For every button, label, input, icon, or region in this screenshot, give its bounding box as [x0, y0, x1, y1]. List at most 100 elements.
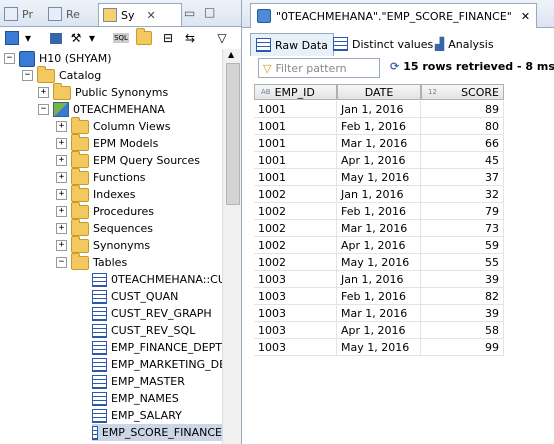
cell-score[interactable]: 82: [421, 288, 504, 305]
tab-distinct-values[interactable]: Distinct values: [328, 33, 438, 55]
cell-score[interactable]: 99: [421, 339, 504, 356]
cell-score[interactable]: 58: [421, 322, 504, 339]
tab-analysis[interactable]: ▟ Analysis: [430, 33, 499, 55]
tree-node-table[interactable]: EMP_MARKETING_DEP: [92, 356, 233, 373]
tree-node-table[interactable]: EMP_FINANCE_DEPT: [92, 339, 222, 356]
cell-score[interactable]: 73: [421, 220, 504, 237]
tree-node-table[interactable]: CUST_QUAN: [92, 288, 178, 305]
cell-emp-id[interactable]: 1003: [254, 322, 337, 339]
cell-emp-id[interactable]: 1002: [254, 220, 337, 237]
expand-icon[interactable]: +: [56, 223, 67, 234]
close-icon[interactable]: ✕: [147, 9, 156, 22]
tools-icon[interactable]: ⚒: [68, 30, 84, 46]
tree-node-indexes[interactable]: + Indexes: [56, 184, 135, 203]
tree-node-table[interactable]: 0TEACHMEHANA::CUS: [92, 271, 233, 288]
cell-score[interactable]: 80: [421, 118, 504, 135]
chevron-down-icon[interactable]: ▾: [24, 30, 32, 46]
tree-node-public-synonyms[interactable]: + Public Synonyms: [38, 82, 168, 101]
collapse-icon[interactable]: −: [56, 257, 67, 268]
tab-repositories[interactable]: Re: [48, 3, 88, 25]
collapse-icon[interactable]: −: [38, 104, 49, 115]
tree-node-sequences[interactable]: + Sequences: [56, 218, 153, 237]
column-header-date[interactable]: DATE: [337, 84, 421, 100]
cell-score[interactable]: 45: [421, 152, 504, 169]
cell-score[interactable]: 59: [421, 237, 504, 254]
tree-node-tables[interactable]: − Tables: [56, 252, 127, 271]
cell-score[interactable]: 39: [421, 305, 504, 322]
editor-tab[interactable]: "0TEACHMEHANA"."EMP_SCORE_FINANCE" ✕: [250, 3, 538, 28]
collapse-icon[interactable]: −: [22, 70, 33, 81]
tab-project-explorer[interactable]: Pr: [2, 3, 42, 25]
close-icon[interactable]: ✕: [521, 10, 530, 23]
cell-date[interactable]: Mar 1, 2016: [337, 220, 421, 237]
cell-emp-id[interactable]: 1003: [254, 305, 337, 322]
tree-node-procedures[interactable]: + Procedures: [56, 201, 154, 220]
cell-date[interactable]: Apr 1, 2016: [337, 322, 421, 339]
tab-systems[interactable]: Sy ✕: [98, 3, 182, 26]
cell-date[interactable]: May 1, 2016: [337, 339, 421, 356]
tree-node-table-selected[interactable]: EMP_SCORE_FINANCE: [92, 424, 222, 441]
tree-node-epm-query-sources[interactable]: + EPM Query Sources: [56, 150, 200, 169]
cell-date[interactable]: Jan 1, 2016: [337, 101, 421, 118]
cell-emp-id[interactable]: 1001: [254, 118, 337, 135]
tree-scrollbar[interactable]: ▲: [222, 49, 241, 444]
cell-score[interactable]: 32: [421, 186, 504, 203]
cell-date[interactable]: May 1, 2016: [337, 254, 421, 271]
cell-date[interactable]: Apr 1, 2016: [337, 152, 421, 169]
collapse-all-icon[interactable]: ⊟: [160, 30, 176, 46]
cell-emp-id[interactable]: 1001: [254, 135, 337, 152]
cell-date[interactable]: Mar 1, 2016: [337, 305, 421, 322]
cell-emp-id[interactable]: 1003: [254, 288, 337, 305]
tree-node-table[interactable]: CUST_REV_SQL: [92, 322, 195, 339]
cell-date[interactable]: Feb 1, 2016: [337, 203, 421, 220]
cell-emp-id[interactable]: 1001: [254, 169, 337, 186]
tree-node-epm-models[interactable]: + EPM Models: [56, 133, 158, 152]
expand-icon[interactable]: +: [56, 172, 67, 183]
cell-score[interactable]: 79: [421, 203, 504, 220]
scrollbar-thumb[interactable]: [226, 63, 240, 205]
tree-node-system[interactable]: − H10 (SHYAM): [4, 50, 111, 67]
scroll-up-icon[interactable]: ▲: [228, 50, 234, 59]
tree-node-functions[interactable]: + Functions: [56, 167, 146, 186]
cell-emp-id[interactable]: 1003: [254, 339, 337, 356]
tree-node-catalog[interactable]: − Catalog: [22, 65, 101, 84]
tree-node-table[interactable]: CUST_REV_GRAPH: [92, 305, 212, 322]
tree-node-table[interactable]: EMP_NAMES: [92, 390, 179, 407]
chevron-down-icon[interactable]: ▾: [88, 30, 96, 46]
minimize-icon[interactable]: ▭: [184, 6, 195, 20]
sql-icon[interactable]: SQL: [113, 30, 129, 46]
expand-icon[interactable]: +: [56, 121, 67, 132]
expand-icon[interactable]: +: [38, 87, 49, 98]
open-folder-icon[interactable]: [136, 28, 152, 46]
add-system-icon[interactable]: [4, 30, 20, 46]
cell-date[interactable]: Apr 1, 2016: [337, 237, 421, 254]
tree-node-table[interactable]: EMP_SALARY: [92, 407, 182, 424]
cell-emp-id[interactable]: 1001: [254, 101, 337, 118]
cell-emp-id[interactable]: 1002: [254, 203, 337, 220]
cell-score[interactable]: 55: [421, 254, 504, 271]
cell-date[interactable]: Jan 1, 2016: [337, 186, 421, 203]
cell-score[interactable]: 39: [421, 271, 504, 288]
link-with-editor-icon[interactable]: ⇆: [182, 30, 198, 46]
column-header-score[interactable]: 12 SCORE: [421, 84, 504, 100]
cell-score[interactable]: 37: [421, 169, 504, 186]
filter-input[interactable]: ▽ Filter pattern: [258, 58, 380, 78]
cell-score[interactable]: 66: [421, 135, 504, 152]
cell-date[interactable]: Feb 1, 2016: [337, 118, 421, 135]
expand-icon[interactable]: +: [56, 155, 67, 166]
maximize-icon[interactable]: □: [204, 5, 215, 19]
sql-console-icon[interactable]: [48, 30, 64, 46]
expand-icon[interactable]: +: [56, 240, 67, 251]
cell-date[interactable]: May 1, 2016: [337, 169, 421, 186]
cell-date[interactable]: Feb 1, 2016: [337, 288, 421, 305]
expand-icon[interactable]: +: [56, 206, 67, 217]
cell-emp-id[interactable]: 1002: [254, 186, 337, 203]
collapse-icon[interactable]: −: [4, 53, 15, 64]
expand-icon[interactable]: +: [56, 138, 67, 149]
view-menu-icon[interactable]: ▽: [214, 30, 230, 46]
tree-node-schema[interactable]: − 0TEACHMEHANA: [38, 101, 165, 118]
cell-emp-id[interactable]: 1002: [254, 237, 337, 254]
cell-emp-id[interactable]: 1002: [254, 254, 337, 271]
column-header-emp-id[interactable]: AB EMP_ID: [254, 84, 337, 100]
tab-raw-data[interactable]: Raw Data: [250, 33, 334, 56]
